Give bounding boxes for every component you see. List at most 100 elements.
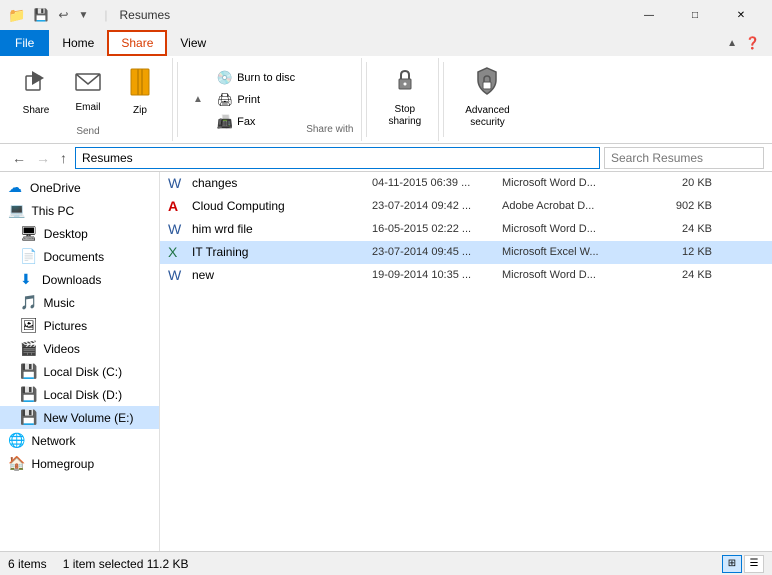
send-group-items: Share Email: [12, 62, 164, 122]
ribbon-content: Share Email: [0, 56, 772, 144]
email-icon: [75, 71, 101, 100]
window-controls: — □ ✕: [626, 0, 764, 30]
quick-access-dropdown[interactable]: ▼: [74, 10, 92, 21]
file-date-cloudcomputing: 23-07-2014 09:42 ...: [372, 200, 502, 212]
music-icon: 🎵: [20, 294, 37, 311]
sidebar-item-localc[interactable]: 💾 Local Disk (C:): [0, 360, 159, 383]
up-button[interactable]: ↑: [56, 150, 71, 166]
newe-icon: 💾: [20, 409, 37, 426]
sidebar-label-desktop: Desktop: [44, 227, 88, 241]
sidebar-label-downloads: Downloads: [42, 273, 101, 287]
advsec-items: Advanced security: [456, 62, 518, 133]
ribbon-group-send: Share Email: [4, 58, 173, 141]
file-type-ittraining: Microsoft Excel W...: [502, 246, 652, 258]
back-button[interactable]: ←: [8, 150, 30, 166]
minimize-button[interactable]: —: [626, 0, 672, 30]
tab-home[interactable]: Home: [49, 30, 107, 56]
videos-icon: 🎬: [20, 340, 37, 357]
sidebar-item-homegroup[interactable]: 🏠 Homegroup: [0, 452, 159, 475]
zip-button[interactable]: Zip: [116, 62, 164, 122]
search-input[interactable]: [604, 147, 764, 169]
file-date-changes: 04-11-2015 06:39 ...: [372, 177, 502, 189]
file-date-himwrd: 16-05-2015 02:22 ...: [372, 223, 502, 235]
status-bar: 6 items 1 item selected 11.2 KB ⊞ ☰: [0, 551, 772, 575]
file-size-changes: 20 KB: [652, 177, 712, 189]
ribbon-tabs: File Home Share View ▲ ❓: [0, 30, 772, 56]
forward-button[interactable]: →: [32, 150, 54, 166]
print-label: Print: [237, 94, 260, 106]
desktop-icon: 🖥: [20, 225, 38, 242]
send-group-label: Send: [76, 122, 99, 137]
file-icon-changes: W: [168, 175, 186, 191]
ribbon-expand-btn[interactable]: ▲: [723, 38, 741, 49]
fax-icon: 📠: [217, 114, 233, 130]
quick-access-toolbar: 💾 ↩ ▼: [29, 8, 92, 22]
sidebar-item-thispc[interactable]: 💻 This PC: [0, 199, 159, 222]
undo-quick-btn[interactable]: ↩: [54, 8, 72, 22]
stop-sharing-button[interactable]: Stop sharing: [379, 68, 430, 128]
sidebar-item-network[interactable]: 🌐 Network: [0, 429, 159, 452]
ribbon-group-advsec: Advanced security: [448, 58, 526, 141]
file-size-ittraining: 12 KB: [652, 246, 712, 258]
sidebar-item-documents[interactable]: 📄 Documents: [0, 245, 159, 268]
file-size-cloudcomputing: 902 KB: [652, 200, 712, 212]
burn-button[interactable]: 💿 Burn to disc: [210, 68, 302, 88]
sidebar-item-locald[interactable]: 💾 Local Disk (D:): [0, 383, 159, 406]
save-quick-btn[interactable]: 💾: [29, 8, 52, 22]
stop-sharing-icon: [393, 67, 417, 102]
sidebar-label-music: Music: [43, 296, 74, 310]
file-icon-ittraining: X: [168, 244, 186, 260]
email-button[interactable]: Email: [64, 62, 112, 122]
main-area: ☁ OneDrive 💻 This PC 🖥 Desktop 📄 Documen…: [0, 172, 772, 551]
scroll-left-arrow[interactable]: ▲: [190, 62, 206, 137]
file-row-cloudcomputing[interactable]: A Cloud Computing 23-07-2014 09:42 ... A…: [160, 195, 772, 218]
file-type-himwrd: Microsoft Word D...: [502, 223, 652, 235]
tab-file[interactable]: File: [0, 30, 49, 56]
file-row-ittraining[interactable]: X IT Training 23-07-2014 09:45 ... Micro…: [160, 241, 772, 264]
close-button[interactable]: ✕: [718, 0, 764, 30]
sidebar-item-onedrive[interactable]: ☁ OneDrive: [0, 176, 159, 199]
localc-icon: 💾: [20, 363, 37, 380]
stop-sharing-items: Stop sharing: [379, 62, 430, 133]
fax-button[interactable]: 📠 Fax: [210, 112, 302, 132]
stop-sharing-label: Stop sharing: [388, 104, 421, 128]
file-row-changes[interactable]: W changes 04-11-2015 06:39 ... Microsoft…: [160, 172, 772, 195]
file-type-cloudcomputing: Adobe Acrobat D...: [502, 200, 652, 212]
print-icon: 🖨: [217, 92, 234, 108]
file-row-himwrd[interactable]: W him wrd file 16-05-2015 02:22 ... Micr…: [160, 218, 772, 241]
sidebar-label-onedrive: OneDrive: [30, 181, 81, 195]
maximize-button[interactable]: □: [672, 0, 718, 30]
sidebar-item-downloads[interactable]: ⬇ Downloads: [0, 268, 159, 291]
file-size-himwrd: 24 KB: [652, 223, 712, 235]
sidebar: ☁ OneDrive 💻 This PC 🖥 Desktop 📄 Documen…: [0, 172, 160, 551]
details-view-button[interactable]: ⊞: [722, 555, 742, 573]
downloads-icon: ⬇: [20, 271, 36, 288]
sidebar-label-network: Network: [31, 434, 75, 448]
sidebar-item-music[interactable]: 🎵 Music: [0, 291, 159, 314]
sidebar-label-thispc: This PC: [31, 204, 74, 218]
tab-view[interactable]: View: [167, 30, 219, 56]
ribbon-group-sharewith: ▲ 💿 Burn to disc 🖨 Print 📠 Fax Share wit…: [182, 58, 362, 141]
network-icon: 🌐: [8, 432, 25, 449]
sidebar-item-pictures[interactable]: 🖼 Pictures: [0, 314, 159, 337]
file-row-new[interactable]: W new 19-09-2014 10:35 ... Microsoft Wor…: [160, 264, 772, 287]
print-button[interactable]: 🖨 Print: [210, 90, 302, 110]
file-type-new: Microsoft Word D...: [502, 269, 652, 281]
advanced-security-label: Advanced security: [465, 105, 509, 129]
advanced-security-button[interactable]: Advanced security: [456, 68, 518, 128]
sidebar-item-newe[interactable]: 💾 New Volume (E:): [0, 406, 159, 429]
zip-icon: [129, 68, 151, 103]
sidebar-item-videos[interactable]: 🎬 Videos: [0, 337, 159, 360]
list-view-button[interactable]: ☰: [744, 555, 764, 573]
sidebar-label-documents: Documents: [43, 250, 104, 264]
address-path-input[interactable]: [75, 147, 600, 169]
sidebar-label-locald: Local Disk (D:): [43, 388, 122, 402]
sidebar-label-pictures: Pictures: [44, 319, 87, 333]
tab-share[interactable]: Share: [107, 30, 167, 56]
file-type-changes: Microsoft Word D...: [502, 177, 652, 189]
file-icon-himwrd: W: [168, 221, 186, 237]
sidebar-item-desktop[interactable]: 🖥 Desktop: [0, 222, 159, 245]
zip-label: Zip: [133, 105, 147, 117]
share-button[interactable]: Share: [12, 62, 60, 122]
ribbon-help-btn[interactable]: ❓: [741, 36, 764, 50]
